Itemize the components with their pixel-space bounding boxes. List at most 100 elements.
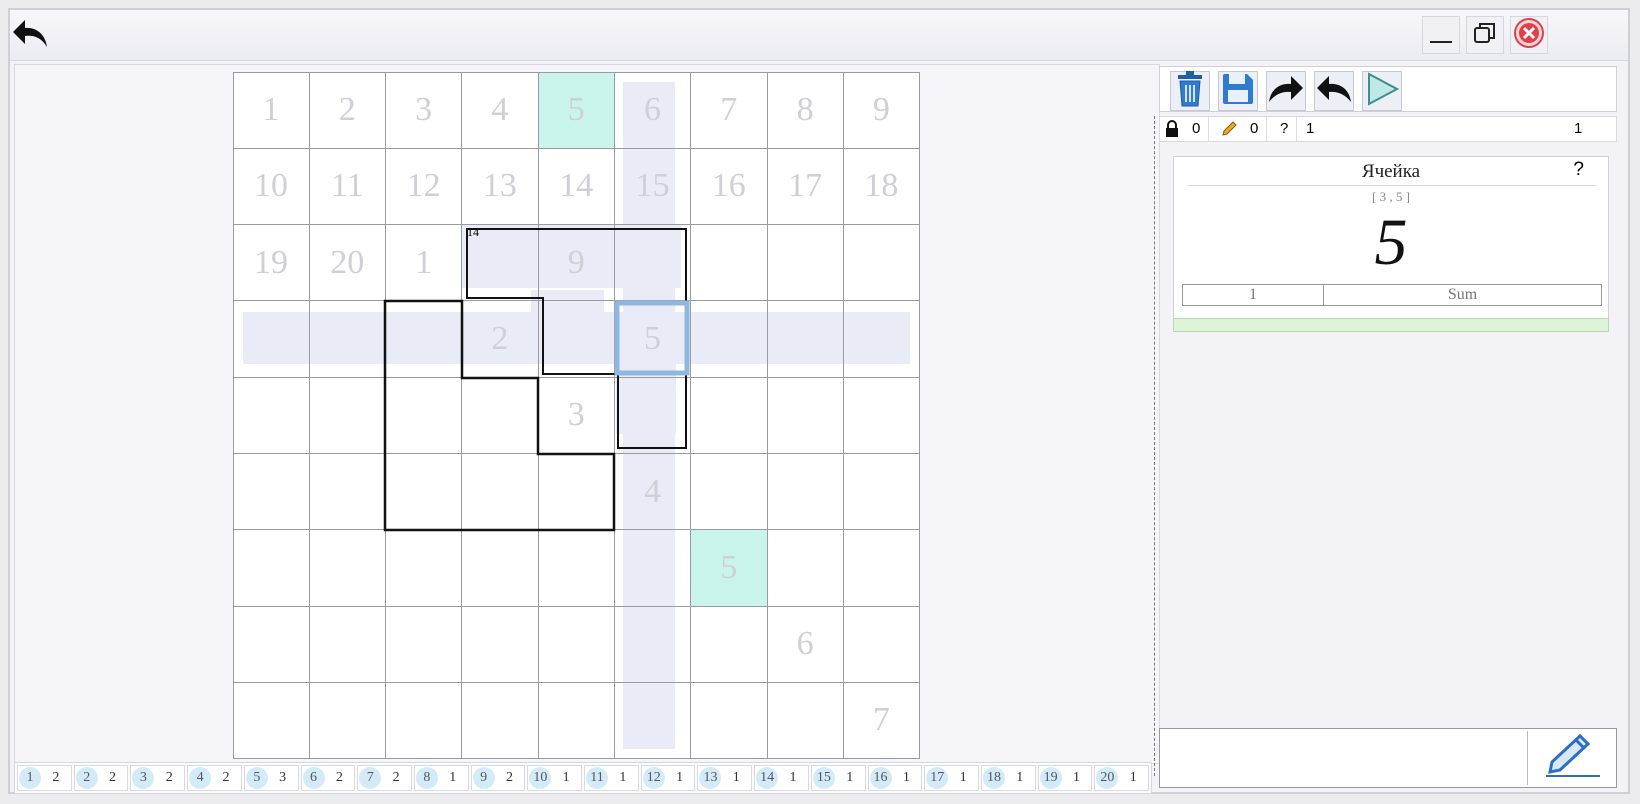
note-box[interactable] [1159,728,1617,788]
grid-cell[interactable]: 7 [843,682,919,758]
close-button[interactable] [1510,16,1548,54]
grid-cell[interactable]: 13 [462,148,538,224]
grid-cell[interactable]: 7 [691,72,767,148]
sudoku-grid: 1 2 3 4 5 6 7 8 9 10 11 12 13 14 15 16 17 18 19 20 1 9 2 5 3 4 5 6 7 [233,72,920,759]
grid-cell[interactable]: 11 [309,148,385,224]
save-icon [1221,72,1255,111]
digit-counter[interactable]: 19 1 [1037,765,1093,791]
digit-counter[interactable]: 14 1 [754,765,809,791]
status-green-bar [1173,318,1609,332]
grid-cell[interactable]: 19 [233,225,309,301]
grid-cell[interactable]: 2 [462,301,538,377]
digit-label: 3 [132,767,155,789]
digit-label: 18 [982,767,1005,789]
digit-count: 1 [562,770,570,785]
grid-cell[interactable]: 5 [690,529,767,606]
grid-cell[interactable]: 1 [233,72,309,148]
play-button[interactable] [1362,71,1402,111]
digit-counter[interactable]: 42 [187,765,242,791]
minimize-icon [1428,20,1454,51]
save-button[interactable] [1218,71,1258,111]
grid-cell[interactable]: 20 [309,225,385,301]
edit-button[interactable] [1527,731,1614,785]
restore-button[interactable] [1466,16,1504,54]
close-icon [1513,17,1545,54]
digit-count: 1 [449,770,457,785]
grid-cell[interactable]: 3 [538,377,614,453]
digit-count: 2 [505,770,513,785]
grid-cell[interactable]: 6 [615,72,691,148]
digit-counter[interactable]: 22 [73,765,129,791]
digit-label: 4 [189,767,212,789]
digit-counter[interactable]: 10 1 [527,765,583,791]
pencil-small-icon[interactable] [1220,120,1238,142]
digit-count: 2 [392,770,400,785]
digit-count: 1 [1129,770,1137,785]
digit-counter[interactable]: 12 1 [640,765,696,791]
grid-cell[interactable]: 12 [386,148,462,224]
delete-button[interactable] [1170,70,1210,111]
digit-counter[interactable]: 16 1 [867,765,923,791]
side-panel: 0 0 ? 1 1 Ячейка ? [ 3 , 5 ] 5 1 Sum [1154,64,1623,792]
lock-icon[interactable] [1164,120,1180,142]
digit-counter[interactable]: 18 1 [980,765,1036,791]
digit-counter[interactable]: 32 [130,765,186,791]
undo-button[interactable] [1314,71,1354,111]
grid-cell[interactable]: 4 [462,72,538,148]
pencil-count: 0 [1250,120,1259,137]
digit-counter[interactable]: 72 [357,765,412,791]
info-table-col1: 1 [1183,285,1324,305]
back-button[interactable] [12,16,50,54]
digit-label: 17 [926,767,949,789]
cell-value: 5 [1374,206,1408,279]
grid-cell[interactable]: 17 [767,148,843,224]
app-window: 1 2 3 4 5 6 7 8 9 10 11 12 13 14 15 16 17 18 19 20 1 9 2 5 3 4 5 6 7 [8,8,1630,794]
digit-label: 6 [302,767,325,789]
digit-counter[interactable]: 12 [17,765,72,791]
undo-icon [1315,72,1353,111]
grid-cell[interactable]: 8 [767,72,843,148]
grid-cell[interactable]: 9 [843,72,919,148]
digit-label: 13 [699,767,722,789]
grid-cell[interactable]: 4 [615,454,691,530]
digit-counter[interactable]: 20 1 [1094,765,1150,791]
digit-counter[interactable]: 13 1 [697,765,753,791]
grid-cell[interactable]: 5 [538,72,615,148]
digit-counter[interactable]: 17 1 [924,765,979,791]
minimize-button[interactable] [1422,16,1460,54]
digit-label: 16 [869,767,892,789]
grid-cell[interactable]: 2 [309,72,385,148]
grid-cell[interactable]: 15 [615,148,691,224]
grid-cell[interactable]: 1 [386,225,462,301]
digit-counter[interactable]: 53 [243,765,299,791]
grid-cell[interactable]: 5 [615,301,691,377]
digit-counter[interactable]: 62 [300,765,356,791]
digit-label: 10 [529,767,552,789]
cell-coordinates: [ 3 , 5 ] [1372,189,1410,204]
digit-counter[interactable]: 92 [470,765,526,791]
info-table-col2: Sum [1447,286,1478,303]
grid-cell[interactable]: 16 [691,148,767,224]
help-button[interactable]: ? [1573,159,1584,181]
digit-counter[interactable]: 11 1 [584,765,639,791]
grid-cell[interactable]: 6 [767,606,843,682]
digit-counter[interactable]: 15 1 [810,765,866,791]
question-label: ? [1280,120,1289,137]
digit-count: 2 [52,770,60,785]
digit-label: 12 [642,767,665,789]
grid-cell[interactable]: 14 [538,148,614,224]
redo-button[interactable] [1266,71,1306,111]
digit-label: 9 [472,767,495,789]
digit-count: 1 [1016,770,1024,785]
grid-cell[interactable]: 18 [843,148,919,224]
grid-cell[interactable]: 9 [538,225,614,301]
locked-count: 0 [1192,120,1201,137]
digit-label: 1 [19,767,41,789]
grid-cell[interactable]: 10 [233,148,309,224]
grid-cell[interactable]: 3 [386,72,462,148]
digit-counter[interactable]: 81 [413,765,469,791]
digit-label: 2 [75,767,98,789]
panel-divider [1154,116,1155,776]
digit-count: 2 [222,770,230,785]
digit-count: 1 [1073,770,1080,785]
